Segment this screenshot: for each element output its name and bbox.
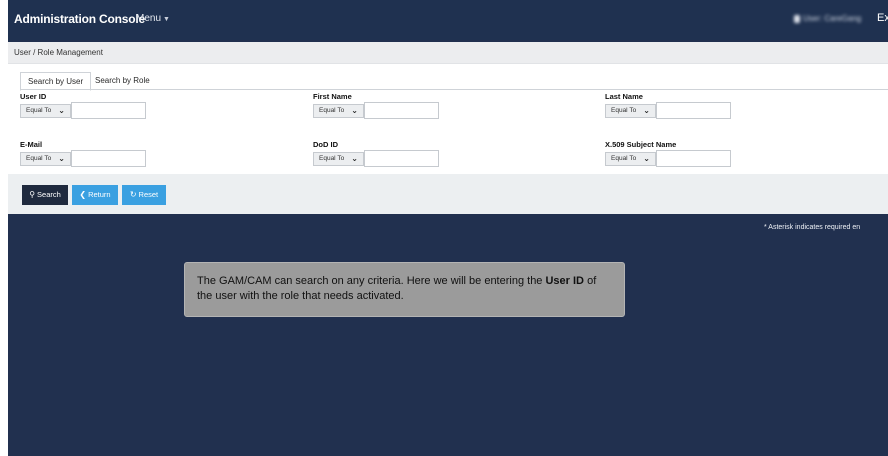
user-label: User: CareGang [803, 14, 862, 23]
user-id-operator-value: Equal To [26, 107, 52, 114]
refresh-icon: ↻ [129, 190, 137, 199]
dod-id-label: DoD ID [313, 140, 338, 149]
chevron-left-icon: ❮ [79, 190, 87, 199]
search-icon: ⚲ [29, 190, 36, 199]
tab-search-by-role[interactable]: Search by Role [88, 72, 157, 89]
first-name-input[interactable] [364, 102, 439, 119]
user-info[interactable]: User: CareGang [794, 14, 861, 23]
first-name-label: First Name [313, 92, 352, 101]
dod-id-operator-select[interactable]: Equal To ⌄ [313, 152, 364, 166]
button-bar: ⚲ Search ❮ Return ↻ Reset [8, 174, 888, 214]
reset-button[interactable]: ↻ Reset [122, 185, 166, 205]
x509-subject-name-input[interactable] [656, 150, 731, 167]
user-icon [794, 14, 800, 23]
x509-operator-select[interactable]: Equal To ⌄ [605, 152, 656, 166]
tutorial-callout: The GAM/CAM can search on any criteria. … [184, 262, 625, 317]
chevron-down-icon: ⌄ [643, 106, 650, 115]
user-id-operator-select[interactable]: Equal To ⌄ [20, 104, 71, 118]
x509-subject-name-label: X.509 Subject Name [605, 140, 677, 149]
search-panel: User / Role Management Search by User Se… [8, 42, 888, 214]
last-name-label: Last Name [605, 92, 643, 101]
app-title[interactable]: Administration Console [14, 12, 145, 26]
breadcrumb-text: User / Role Management [14, 48, 103, 57]
caret-down-icon: ▼ [163, 16, 170, 23]
user-id-label: User ID [20, 92, 47, 101]
chevron-down-icon: ⌄ [643, 154, 650, 163]
email-label: E-Mail [20, 140, 43, 149]
last-name-operator-select[interactable]: Equal To ⌄ [605, 104, 656, 118]
email-operator-value: Equal To [26, 155, 52, 162]
email-operator-select[interactable]: Equal To ⌄ [20, 152, 71, 166]
user-id-input[interactable] [71, 102, 146, 119]
return-button[interactable]: ❮ Return [72, 185, 118, 205]
first-name-operator-select[interactable]: Equal To ⌄ [313, 104, 364, 118]
search-button-label: Search [37, 190, 61, 199]
chevron-down-icon: ⌄ [351, 106, 358, 115]
first-name-operator-value: Equal To [319, 107, 345, 114]
email-input[interactable] [71, 150, 146, 167]
required-fields-note: * Asterisk indicates required en [764, 224, 861, 231]
x509-operator-value: Equal To [611, 155, 637, 162]
breadcrumb: User / Role Management [8, 42, 888, 64]
reset-button-label: Reset [138, 190, 159, 199]
last-name-input[interactable] [656, 102, 731, 119]
chevron-down-icon: ⌄ [58, 106, 65, 115]
app-frame: Administration Console Menu ▼ User: CareG… [8, 0, 888, 456]
exit-link[interactable]: Exi [877, 12, 888, 24]
chevron-down-icon: ⌄ [351, 154, 358, 163]
menu-dropdown[interactable]: Menu ▼ [136, 13, 170, 24]
menu-label: Menu [136, 13, 162, 24]
callout-text-before: The GAM/CAM can search on any criteria. … [197, 275, 546, 287]
callout-emphasis: User ID [545, 275, 585, 287]
chevron-down-icon: ⌄ [58, 154, 65, 163]
tab-divider [20, 89, 888, 90]
dod-id-input[interactable] [364, 150, 439, 167]
last-name-operator-value: Equal To [611, 107, 637, 114]
dod-id-operator-value: Equal To [319, 155, 345, 162]
top-navbar: Administration Console Menu ▼ User: CareG… [8, 0, 888, 40]
search-button[interactable]: ⚲ Search [22, 185, 68, 205]
return-button-label: Return [88, 190, 111, 199]
